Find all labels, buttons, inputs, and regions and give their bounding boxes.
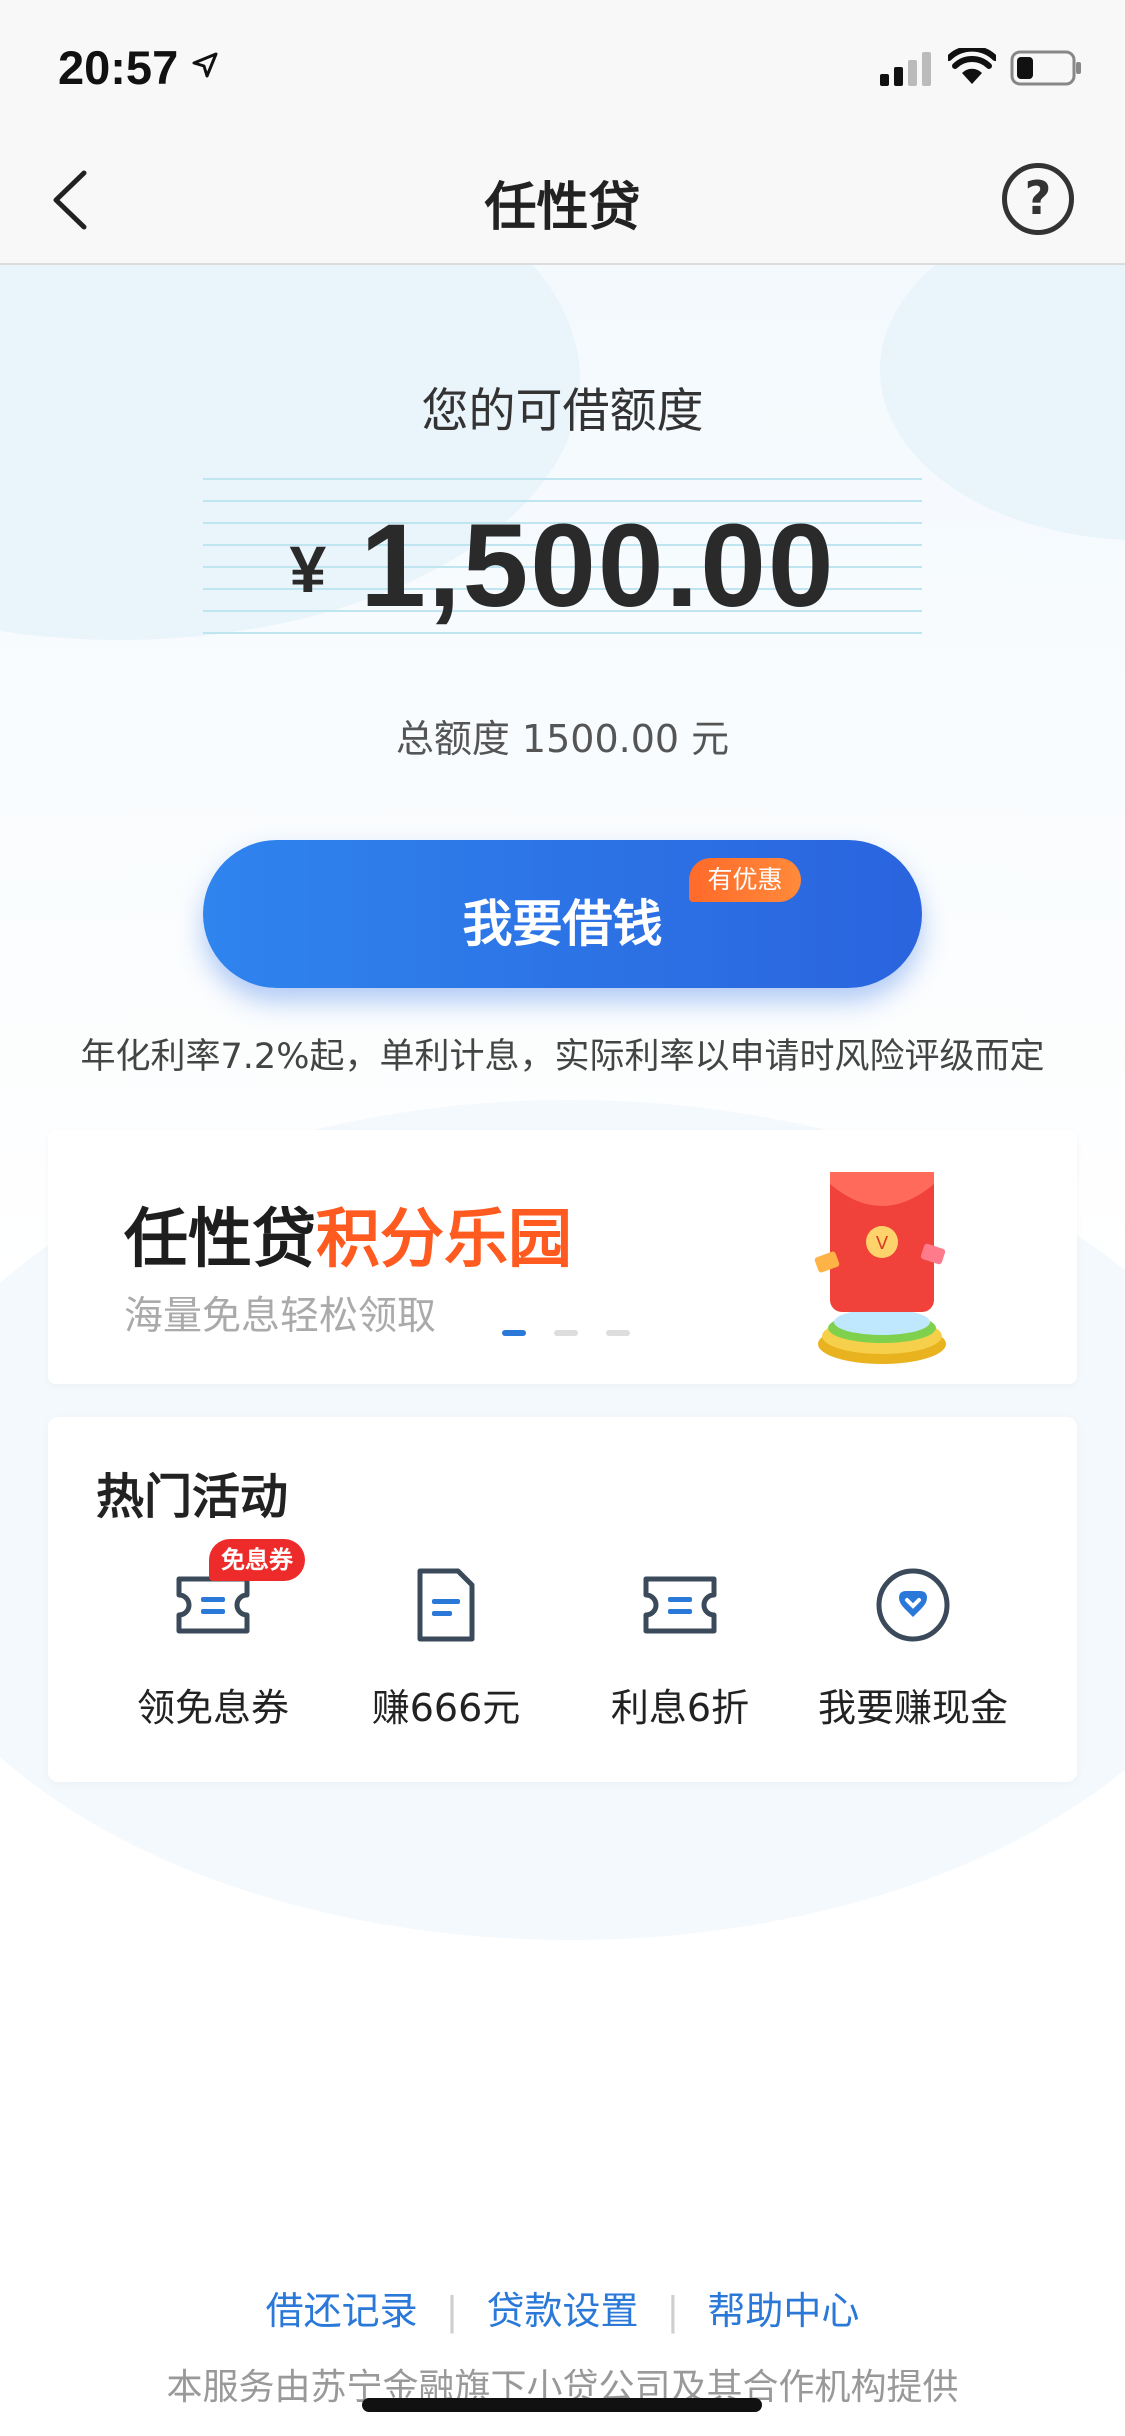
divider: |: [445, 2289, 459, 2333]
divider: |: [666, 2289, 680, 2333]
activity-label: 领免息券: [136, 1686, 289, 1730]
status-bar: 20:57: [0, 0, 1125, 135]
credit-label: 您的可借额度: [421, 384, 704, 439]
activity-interest-discount[interactable]: 利息6折: [560, 1537, 800, 1737]
banner-title-main: 任性贷: [124, 1203, 316, 1277]
heart-badge-icon: [876, 1568, 950, 1642]
activity-earn-cash[interactable]: 我要赚现金: [793, 1537, 1033, 1737]
document-icon: [417, 1568, 475, 1642]
activity-earn-666[interactable]: 赚666元: [326, 1537, 566, 1737]
free-interest-badge: 免息券: [209, 1539, 305, 1581]
footer-links: 借还记录 | 贷款设置 | 帮助中心: [0, 2280, 1125, 2335]
carousel-dots: [502, 1330, 642, 1338]
points-park-banner[interactable]: 任性贷积分乐园 海量免息轻松领取 V: [48, 1130, 1077, 1384]
page-title: 任性贷: [484, 178, 641, 238]
carousel-dot-active: [502, 1330, 526, 1336]
navigation-bar: 任性贷 ?: [0, 135, 1125, 265]
cellular-signal-icon: [880, 52, 931, 86]
borrow-button[interactable]: 我要借钱 有优惠: [203, 840, 922, 988]
coupon-icon: [643, 1576, 717, 1634]
activity-label: 赚666元: [371, 1686, 521, 1730]
location-arrow-icon: [192, 52, 218, 78]
link-loan-settings[interactable]: 贷款设置: [486, 2289, 638, 2333]
banner-title: 任性贷积分乐园: [124, 1188, 572, 1280]
battery-icon: [1010, 50, 1081, 86]
banner-subtitle: 海量免息轻松领取: [124, 1294, 437, 1339]
carousel-dot: [554, 1330, 578, 1336]
banner-title-highlight: 积分乐园: [316, 1203, 572, 1277]
activity-label: 利息6折: [610, 1686, 750, 1730]
activities-title: 热门活动: [96, 1469, 289, 1525]
svg-text:V: V: [876, 1233, 889, 1254]
available-amount: ¥1,500.00: [0, 498, 1125, 634]
borrow-button-label: 我要借钱: [462, 895, 663, 953]
app-screen: 20:57 任性贷 ? 您的可借额度 ¥ 1,500.00 总额度 1500.0…: [0, 0, 1125, 2436]
total-credit: 总额度 1500.00 元: [395, 717, 730, 761]
activity-label: 我要赚现金: [817, 1686, 1008, 1730]
help-icon[interactable]: ?: [1002, 163, 1074, 235]
amount-value: 1,500.00: [360, 500, 836, 632]
hot-activities-card: 热门活动 免息券 领免息券 赚666元 利息6折 我要赚现金: [48, 1417, 1077, 1782]
currency-symbol: ¥: [289, 532, 327, 606]
carousel-dot: [606, 1330, 630, 1336]
link-loan-records[interactable]: 借还记录: [266, 2289, 418, 2333]
red-packet-illustration: V: [814, 1172, 946, 1364]
wifi-icon: [948, 48, 996, 84]
home-indicator[interactable]: [362, 2398, 762, 2412]
link-help-center[interactable]: 帮助中心: [707, 2289, 859, 2333]
discount-badge: 有优惠: [689, 858, 801, 902]
activity-free-interest-coupon[interactable]: 免息券 领免息券: [93, 1537, 333, 1737]
rate-note: 年化利率7.2%起，单利计息，实际利率以申请时风险评级而定: [80, 1037, 1045, 1077]
status-time: 20:57: [58, 41, 179, 94]
